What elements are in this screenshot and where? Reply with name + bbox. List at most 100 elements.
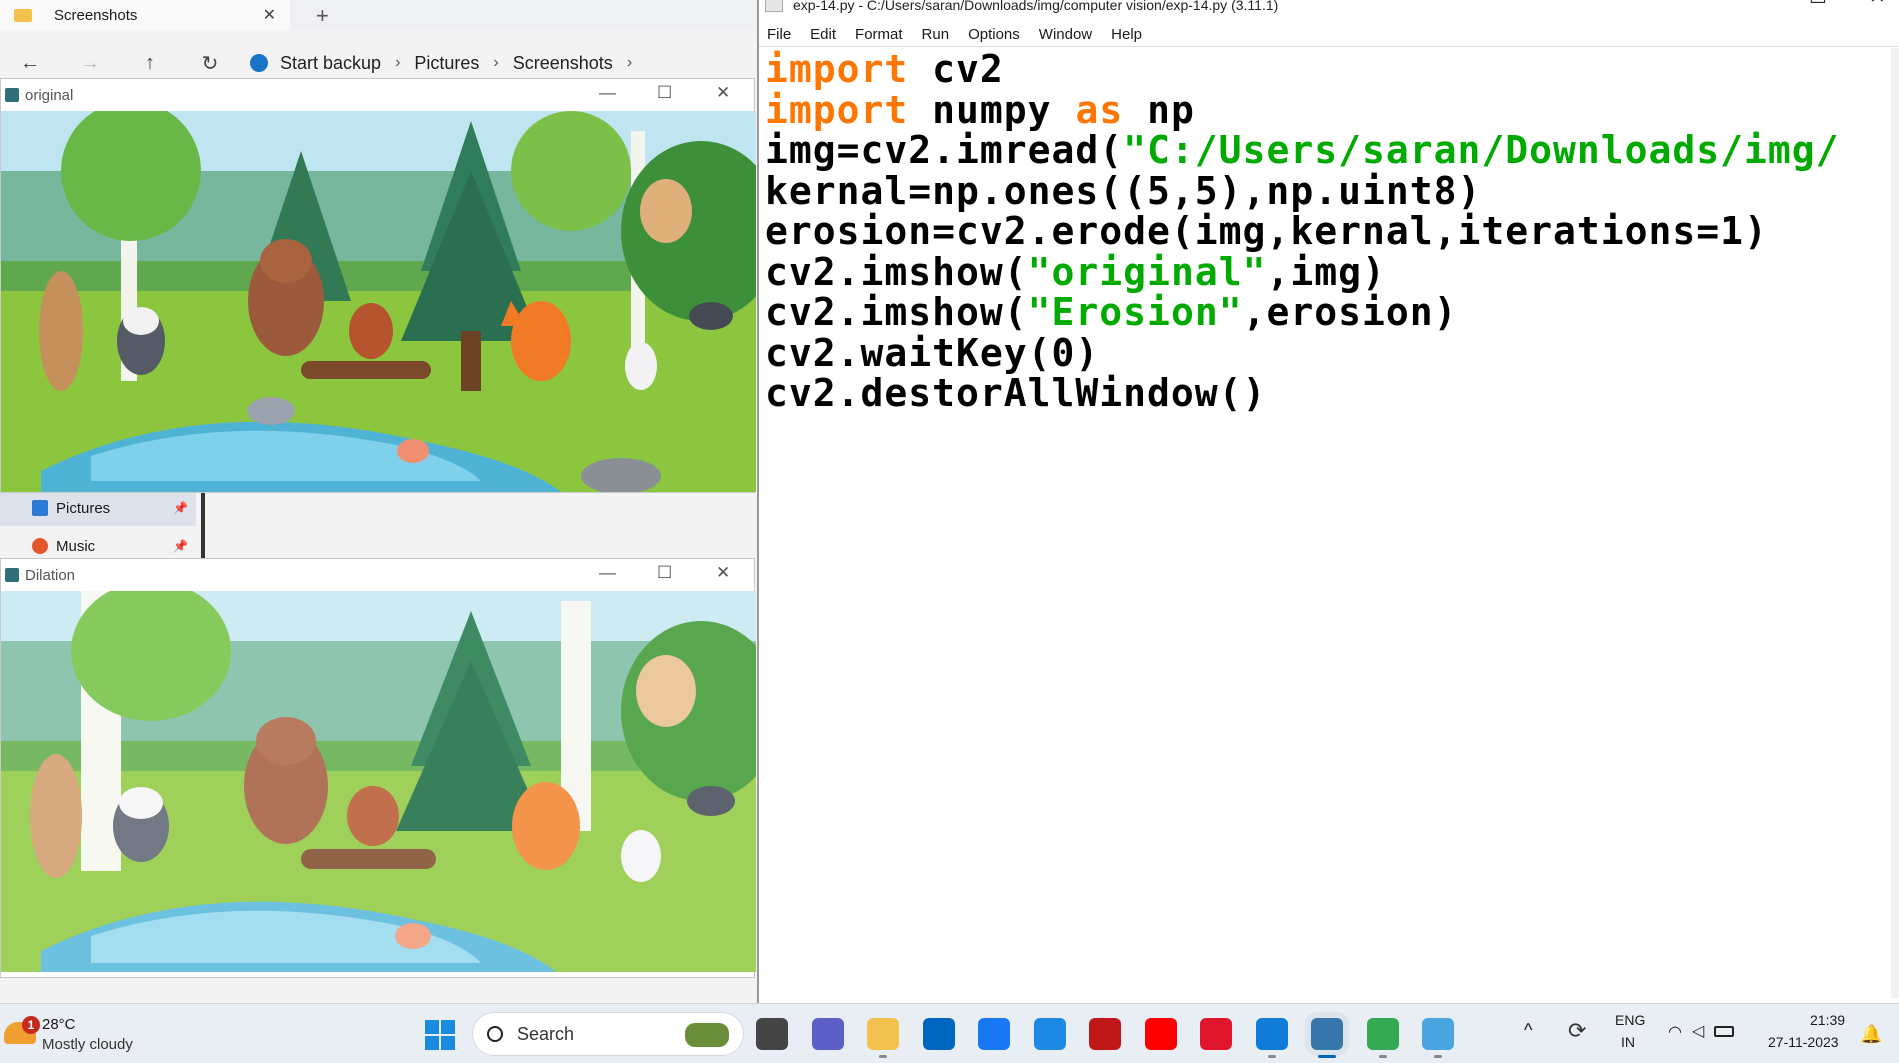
microsoft-store-icon[interactable] [922,1018,955,1050]
chevron-right-icon: › [626,54,633,71]
edge-icon[interactable] [1255,1018,1288,1058]
language-top[interactable]: ENG [1615,1012,1645,1028]
close-icon[interactable]: ✕ [1869,0,1886,7]
window-title-bar[interactable]: Dilation — ☐ ✕ [1,559,754,591]
breadcrumb-screenshots[interactable]: Screenshots [513,53,613,74]
maximize-icon[interactable]: ☐ [657,563,672,583]
windows-logo-icon [441,1020,455,1034]
chevron-up-icon[interactable]: ^ [1524,1020,1532,1041]
new-tab-button[interactable]: + [316,3,329,29]
messenger-icon[interactable] [1033,1018,1066,1050]
pin-icon[interactable]: 📌 [173,501,188,515]
code-string: "C:/Users/saran/Downloads/img/ [1123,128,1840,172]
clock-time[interactable]: 21:39 [1810,1012,1845,1028]
idle-editor-window: exp-14.py - C:/Users/saran/Downloads/img… [757,0,1899,1003]
minimize-icon[interactable]: — [599,563,616,583]
menu-run[interactable]: Run [922,26,950,43]
wifi-icon[interactable]: ◠ [1668,1022,1682,1042]
taskbar-search[interactable]: Search [472,1012,744,1056]
notification-bell-icon[interactable]: 🔔 [1860,1024,1882,1045]
breadcrumb-start-backup[interactable]: Start backup [280,53,381,74]
pin-icon[interactable]: 📌 [173,539,188,553]
close-icon[interactable]: ✕ [716,563,730,583]
running-indicator [1434,1055,1442,1058]
code-line[interactable]: cv2.imshow("original",img) [765,250,1386,294]
maximize-icon[interactable]: ☐ [1809,0,1827,7]
sync-icon[interactable]: ⟳ [1568,1018,1586,1044]
minimize-icon[interactable]: — [599,83,616,103]
running-indicator [879,1055,887,1058]
dilation-image-window: Dilation — ☐ ✕ [0,558,756,978]
menu-format[interactable]: Format [855,26,903,43]
refresh-icon[interactable]: ↻ [180,51,240,76]
weather-desc: Mostly cloudy [42,1036,133,1053]
mcafee-icon[interactable] [1089,1018,1121,1050]
language-bottom[interactable]: IN [1621,1034,1635,1050]
sidebar-item-pictures[interactable]: Pictures 📌 [0,490,196,526]
explorer-tab-bar: Screenshots ✕ + [0,0,757,30]
window-title: exp-14.py - C:/Users/saran/Downloads/img… [793,0,1279,13]
up-arrow-icon[interactable]: ↑ [120,52,180,75]
explorer-nav-bar: ← → ↑ ↻ Start backup › Pictures › Screen… [0,45,757,81]
chrome-icon[interactable] [1366,1018,1399,1058]
snipping-tool-icon[interactable] [1422,1018,1454,1058]
menu-options[interactable]: Options [968,26,1020,43]
code-line[interactable]: cv2.imshow("Erosion",erosion) [765,290,1457,334]
breadcrumb: Start backup › Pictures › Screenshots › [250,53,646,74]
menu-window[interactable]: Window [1039,26,1092,43]
code-token: img=cv2.imread( [765,128,1124,172]
sidebar-splitter[interactable] [201,490,205,560]
facebook-icon[interactable] [978,1018,1010,1050]
code-line[interactable]: erosion=cv2.erode(img,kernal,iterations=… [765,209,1768,253]
youtube-icon[interactable] [1144,1018,1177,1050]
weather-widget[interactable]: 1 28°C Mostly cloudy [4,1016,164,1056]
weather-temp: 28°C [42,1016,76,1033]
window-title-bar[interactable]: original — ☐ ✕ [1,79,754,111]
vertical-scrollbar[interactable] [1891,48,1899,998]
file-explorer-icon[interactable] [867,1018,899,1058]
dilation-image [1,591,756,972]
start-button[interactable] [425,1020,455,1050]
code-token: cv2 [908,47,1004,91]
taskbar: 1 28°C Mostly cloudy Search ^ ⟳ ENG IN ◠… [0,1003,1899,1063]
breadcrumb-pictures[interactable]: Pictures [414,53,479,74]
code-token: cv2.destorAllWindow() [765,371,1267,415]
code-line[interactable]: img=cv2.imread("C:/Users/saran/Downloads… [765,128,1840,172]
code-line[interactable]: cv2.waitKey(0) [765,331,1099,375]
code-keyword: import [765,47,909,91]
code-line[interactable]: import numpy as np [765,88,1195,132]
window-title: Dilation [25,566,76,584]
close-icon[interactable]: ✕ [716,83,730,103]
opera-icon[interactable] [1200,1018,1232,1050]
windows-logo-icon [425,1036,439,1050]
running-indicator [1318,1055,1336,1058]
python-idle-icon[interactable] [1311,1018,1343,1058]
battery-icon[interactable] [1714,1026,1734,1037]
search-highlight-icon [685,1023,729,1047]
chevron-right-icon: › [395,54,401,71]
system-tray: ^ ⟳ ENG IN ◠ ◁ 21:39 27-11-2023 🔔 [1520,1012,1895,1060]
explorer-sidebar: Pictures 📌 Music 📌 [0,490,205,560]
clock-date[interactable]: 27-11-2023 [1768,1034,1839,1050]
code-keyword: as [1075,87,1124,132]
minimize-icon[interactable]: — [1751,0,1771,7]
code-editor[interactable]: import cv2 import numpy as np img=cv2.imre… [759,46,1899,1003]
explorer-tab[interactable]: Screenshots ✕ [0,0,290,30]
volume-icon[interactable]: ◁ [1692,1021,1704,1041]
forward-arrow-icon[interactable]: → [60,52,120,75]
folder-icon [14,8,32,22]
chevron-right-icon: › [493,54,499,71]
code-line[interactable]: kernal=np.ones((5,5),np.uint8) [765,169,1481,213]
teams-chat-icon[interactable] [811,1018,844,1050]
window-title: original [25,86,74,104]
maximize-icon[interactable]: ☐ [657,83,672,103]
back-arrow-icon[interactable]: ← [0,52,60,75]
tab-close-icon[interactable]: ✕ [263,5,276,25]
window-title-bar[interactable]: exp-14.py - C:/Users/saran/Downloads/img… [759,0,1899,20]
menu-help[interactable]: Help [1111,26,1142,43]
task-view-icon[interactable] [756,1018,788,1050]
code-line[interactable]: cv2.destorAllWindow() [765,371,1266,415]
menu-edit[interactable]: Edit [810,26,836,43]
menu-file[interactable]: File [767,26,791,43]
code-line[interactable]: import cv2 [765,47,1004,91]
